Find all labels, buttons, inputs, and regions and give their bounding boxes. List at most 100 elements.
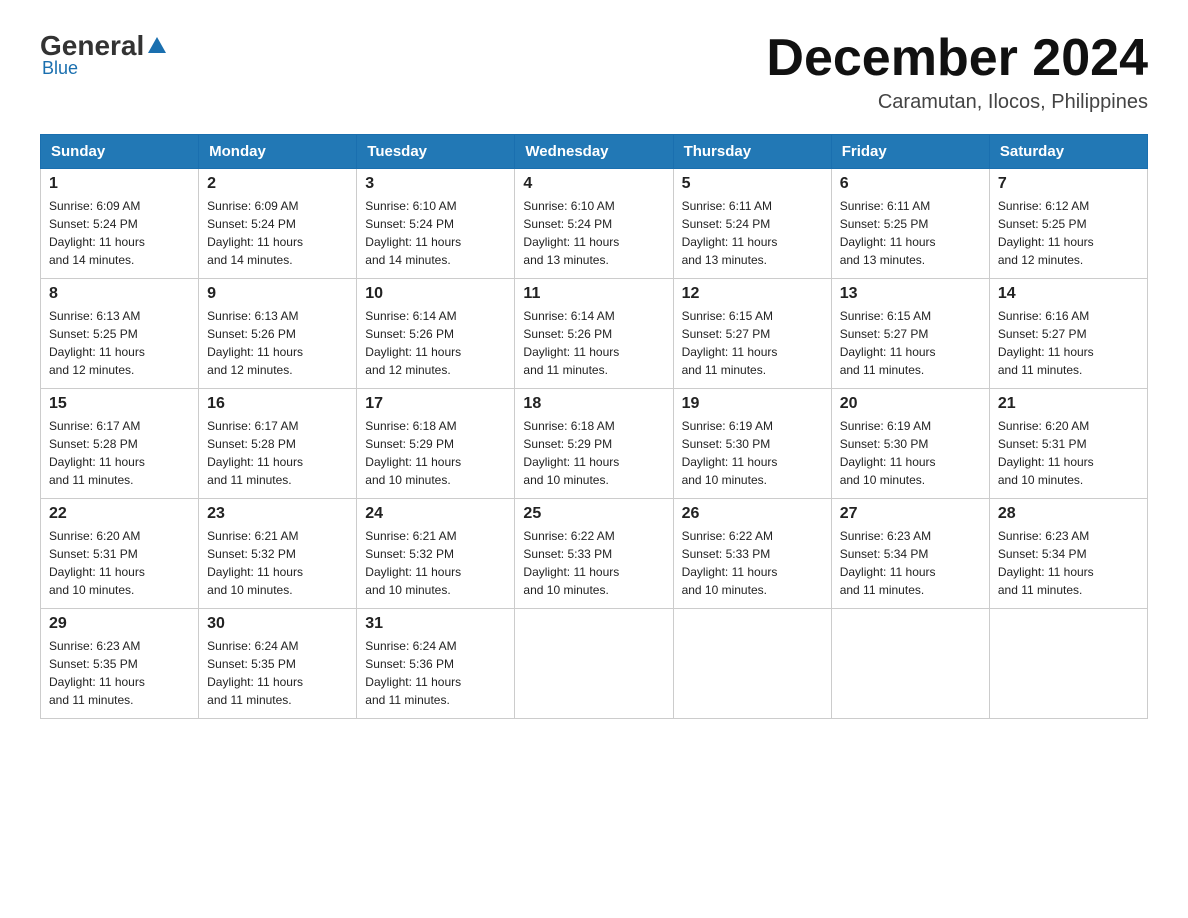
- day-cell-18: 18 Sunrise: 6:18 AMSunset: 5:29 PMDaylig…: [515, 389, 673, 499]
- day-number: 3: [365, 175, 506, 193]
- weekday-header-thursday: Thursday: [673, 135, 831, 169]
- day-cell-4: 4 Sunrise: 6:10 AMSunset: 5:24 PMDayligh…: [515, 169, 673, 279]
- week-row-4: 22 Sunrise: 6:20 AMSunset: 5:31 PMDaylig…: [41, 499, 1148, 609]
- day-info: Sunrise: 6:24 AMSunset: 5:35 PMDaylight:…: [207, 637, 348, 709]
- day-cell-8: 8 Sunrise: 6:13 AMSunset: 5:25 PMDayligh…: [41, 279, 199, 389]
- calendar-table: SundayMondayTuesdayWednesdayThursdayFrid…: [40, 134, 1148, 719]
- day-cell-13: 13 Sunrise: 6:15 AMSunset: 5:27 PMDaylig…: [831, 279, 989, 389]
- day-cell-11: 11 Sunrise: 6:14 AMSunset: 5:26 PMDaylig…: [515, 279, 673, 389]
- day-info: Sunrise: 6:15 AMSunset: 5:27 PMDaylight:…: [840, 307, 981, 379]
- day-cell-1: 1 Sunrise: 6:09 AMSunset: 5:24 PMDayligh…: [41, 169, 199, 279]
- weekday-header-monday: Monday: [199, 135, 357, 169]
- weekday-header-sunday: Sunday: [41, 135, 199, 169]
- day-info: Sunrise: 6:11 AMSunset: 5:25 PMDaylight:…: [840, 197, 981, 269]
- day-number: 20: [840, 395, 981, 413]
- page-header: General Blue December 2024 Caramutan, Il…: [40, 30, 1148, 114]
- day-cell-28: 28 Sunrise: 6:23 AMSunset: 5:34 PMDaylig…: [989, 499, 1147, 609]
- day-info: Sunrise: 6:22 AMSunset: 5:33 PMDaylight:…: [682, 527, 823, 599]
- day-info: Sunrise: 6:16 AMSunset: 5:27 PMDaylight:…: [998, 307, 1139, 379]
- day-info: Sunrise: 6:11 AMSunset: 5:24 PMDaylight:…: [682, 197, 823, 269]
- day-info: Sunrise: 6:19 AMSunset: 5:30 PMDaylight:…: [682, 417, 823, 489]
- weekday-header-tuesday: Tuesday: [357, 135, 515, 169]
- day-cell-30: 30 Sunrise: 6:24 AMSunset: 5:35 PMDaylig…: [199, 609, 357, 719]
- day-number: 27: [840, 505, 981, 523]
- day-info: Sunrise: 6:17 AMSunset: 5:28 PMDaylight:…: [207, 417, 348, 489]
- day-info: Sunrise: 6:23 AMSunset: 5:35 PMDaylight:…: [49, 637, 190, 709]
- day-cell-15: 15 Sunrise: 6:17 AMSunset: 5:28 PMDaylig…: [41, 389, 199, 499]
- day-info: Sunrise: 6:14 AMSunset: 5:26 PMDaylight:…: [523, 307, 664, 379]
- day-number: 25: [523, 505, 664, 523]
- week-row-5: 29 Sunrise: 6:23 AMSunset: 5:35 PMDaylig…: [41, 609, 1148, 719]
- weekday-header-wednesday: Wednesday: [515, 135, 673, 169]
- day-number: 2: [207, 175, 348, 193]
- day-number: 18: [523, 395, 664, 413]
- day-info: Sunrise: 6:09 AMSunset: 5:24 PMDaylight:…: [49, 197, 190, 269]
- day-number: 12: [682, 285, 823, 303]
- logo: General Blue: [40, 30, 169, 79]
- day-info: Sunrise: 6:10 AMSunset: 5:24 PMDaylight:…: [523, 197, 664, 269]
- day-cell-5: 5 Sunrise: 6:11 AMSunset: 5:24 PMDayligh…: [673, 169, 831, 279]
- day-number: 22: [49, 505, 190, 523]
- day-number: 30: [207, 615, 348, 633]
- week-row-1: 1 Sunrise: 6:09 AMSunset: 5:24 PMDayligh…: [41, 169, 1148, 279]
- day-number: 11: [523, 285, 664, 303]
- empty-cell: [831, 609, 989, 719]
- day-cell-9: 9 Sunrise: 6:13 AMSunset: 5:26 PMDayligh…: [199, 279, 357, 389]
- day-cell-17: 17 Sunrise: 6:18 AMSunset: 5:29 PMDaylig…: [357, 389, 515, 499]
- weekday-header-row: SundayMondayTuesdayWednesdayThursdayFrid…: [41, 135, 1148, 169]
- title-block: December 2024 Caramutan, Ilocos, Philipp…: [766, 30, 1148, 114]
- day-number: 21: [998, 395, 1139, 413]
- day-number: 1: [49, 175, 190, 193]
- day-number: 24: [365, 505, 506, 523]
- day-info: Sunrise: 6:09 AMSunset: 5:24 PMDaylight:…: [207, 197, 348, 269]
- day-info: Sunrise: 6:22 AMSunset: 5:33 PMDaylight:…: [523, 527, 664, 599]
- day-cell-31: 31 Sunrise: 6:24 AMSunset: 5:36 PMDaylig…: [357, 609, 515, 719]
- logo-blue-text: Blue: [42, 58, 78, 79]
- day-info: Sunrise: 6:24 AMSunset: 5:36 PMDaylight:…: [365, 637, 506, 709]
- day-info: Sunrise: 6:23 AMSunset: 5:34 PMDaylight:…: [840, 527, 981, 599]
- day-cell-14: 14 Sunrise: 6:16 AMSunset: 5:27 PMDaylig…: [989, 279, 1147, 389]
- day-info: Sunrise: 6:14 AMSunset: 5:26 PMDaylight:…: [365, 307, 506, 379]
- day-cell-20: 20 Sunrise: 6:19 AMSunset: 5:30 PMDaylig…: [831, 389, 989, 499]
- day-cell-22: 22 Sunrise: 6:20 AMSunset: 5:31 PMDaylig…: [41, 499, 199, 609]
- day-info: Sunrise: 6:15 AMSunset: 5:27 PMDaylight:…: [682, 307, 823, 379]
- day-number: 29: [49, 615, 190, 633]
- day-number: 28: [998, 505, 1139, 523]
- day-info: Sunrise: 6:18 AMSunset: 5:29 PMDaylight:…: [523, 417, 664, 489]
- day-number: 9: [207, 285, 348, 303]
- day-number: 31: [365, 615, 506, 633]
- month-title: December 2024: [766, 30, 1148, 87]
- day-cell-29: 29 Sunrise: 6:23 AMSunset: 5:35 PMDaylig…: [41, 609, 199, 719]
- day-info: Sunrise: 6:20 AMSunset: 5:31 PMDaylight:…: [998, 417, 1139, 489]
- day-number: 23: [207, 505, 348, 523]
- weekday-header-saturday: Saturday: [989, 135, 1147, 169]
- day-number: 5: [682, 175, 823, 193]
- day-info: Sunrise: 6:21 AMSunset: 5:32 PMDaylight:…: [365, 527, 506, 599]
- day-cell-26: 26 Sunrise: 6:22 AMSunset: 5:33 PMDaylig…: [673, 499, 831, 609]
- day-number: 10: [365, 285, 506, 303]
- day-info: Sunrise: 6:17 AMSunset: 5:28 PMDaylight:…: [49, 417, 190, 489]
- day-cell-10: 10 Sunrise: 6:14 AMSunset: 5:26 PMDaylig…: [357, 279, 515, 389]
- day-number: 14: [998, 285, 1139, 303]
- day-cell-12: 12 Sunrise: 6:15 AMSunset: 5:27 PMDaylig…: [673, 279, 831, 389]
- logo-triangle-icon: [146, 35, 168, 57]
- day-info: Sunrise: 6:18 AMSunset: 5:29 PMDaylight:…: [365, 417, 506, 489]
- empty-cell: [989, 609, 1147, 719]
- day-number: 7: [998, 175, 1139, 193]
- day-cell-6: 6 Sunrise: 6:11 AMSunset: 5:25 PMDayligh…: [831, 169, 989, 279]
- day-info: Sunrise: 6:13 AMSunset: 5:26 PMDaylight:…: [207, 307, 348, 379]
- day-info: Sunrise: 6:23 AMSunset: 5:34 PMDaylight:…: [998, 527, 1139, 599]
- day-info: Sunrise: 6:21 AMSunset: 5:32 PMDaylight:…: [207, 527, 348, 599]
- week-row-2: 8 Sunrise: 6:13 AMSunset: 5:25 PMDayligh…: [41, 279, 1148, 389]
- day-cell-24: 24 Sunrise: 6:21 AMSunset: 5:32 PMDaylig…: [357, 499, 515, 609]
- day-number: 13: [840, 285, 981, 303]
- week-row-3: 15 Sunrise: 6:17 AMSunset: 5:28 PMDaylig…: [41, 389, 1148, 499]
- day-cell-25: 25 Sunrise: 6:22 AMSunset: 5:33 PMDaylig…: [515, 499, 673, 609]
- day-cell-27: 27 Sunrise: 6:23 AMSunset: 5:34 PMDaylig…: [831, 499, 989, 609]
- day-cell-21: 21 Sunrise: 6:20 AMSunset: 5:31 PMDaylig…: [989, 389, 1147, 499]
- day-info: Sunrise: 6:13 AMSunset: 5:25 PMDaylight:…: [49, 307, 190, 379]
- day-info: Sunrise: 6:10 AMSunset: 5:24 PMDaylight:…: [365, 197, 506, 269]
- day-cell-19: 19 Sunrise: 6:19 AMSunset: 5:30 PMDaylig…: [673, 389, 831, 499]
- day-number: 6: [840, 175, 981, 193]
- weekday-header-friday: Friday: [831, 135, 989, 169]
